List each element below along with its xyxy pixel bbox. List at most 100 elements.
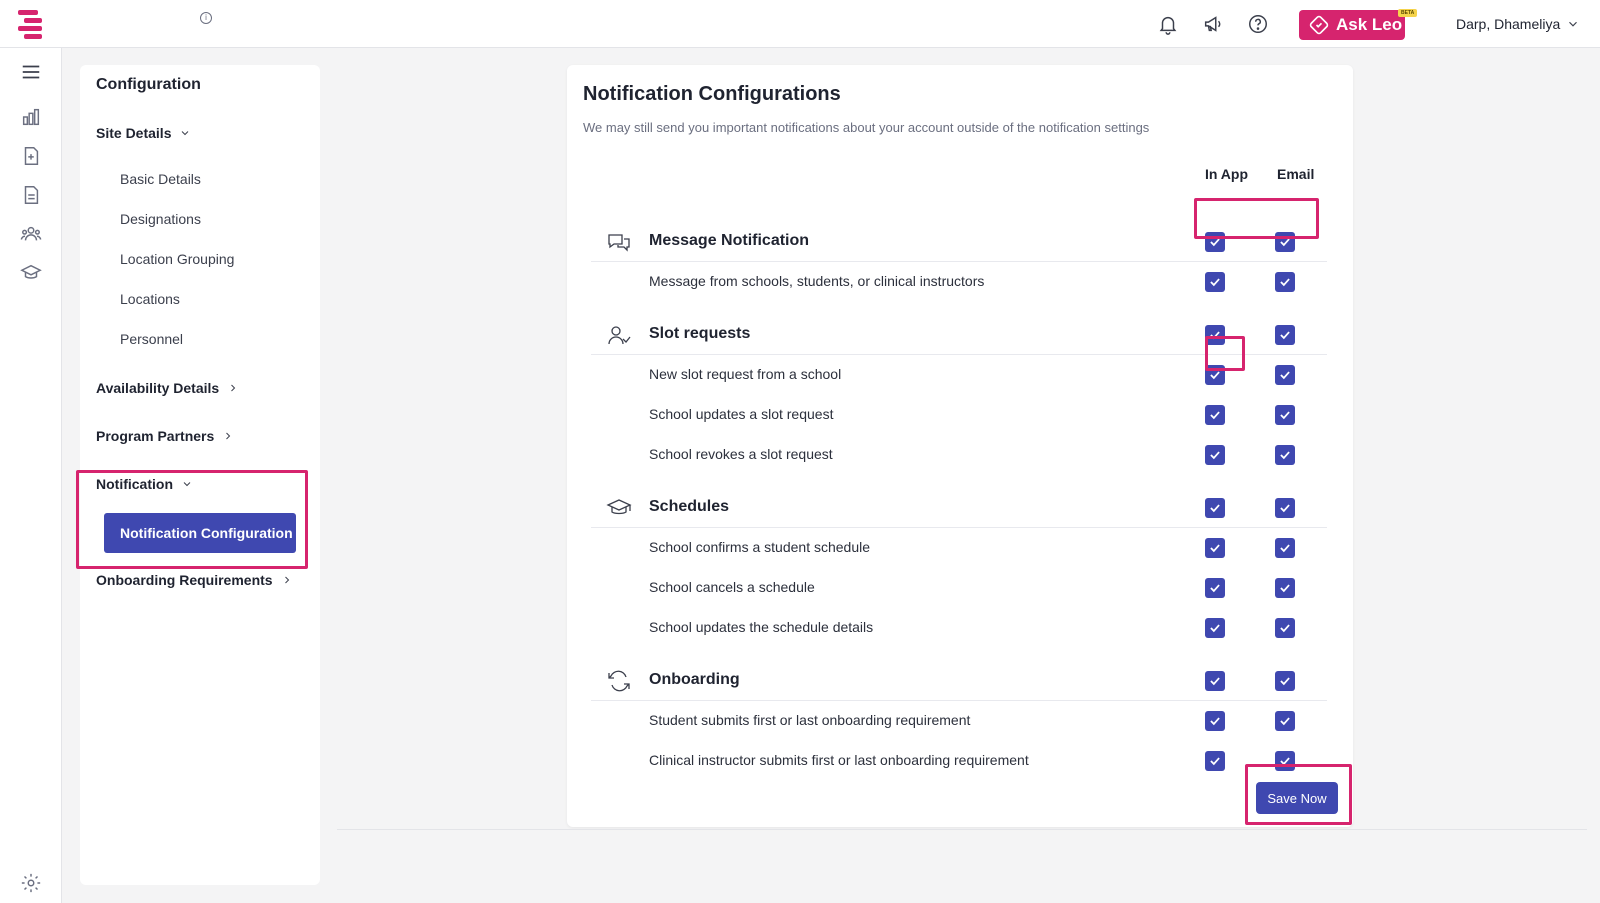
group-in-app-checkbox[interactable] (1205, 232, 1225, 252)
item-in-app-checkbox[interactable] (1205, 365, 1225, 385)
group-email-checkbox[interactable] (1275, 232, 1295, 252)
group-label: Onboarding (649, 671, 740, 688)
notification-item-label: Message from schools, students, or clini… (649, 273, 985, 289)
notification-item-label: New slot request from a school (649, 366, 842, 382)
item-in-app-checkbox[interactable] (1205, 445, 1225, 465)
group-label: Slot requests (649, 325, 751, 342)
user-menu[interactable]: Darp, Dhameliya (1456, 16, 1580, 32)
top-bar: i Ask Leo BETA Darp, Dhameliya (0, 0, 1600, 48)
save-now-button[interactable]: Save Now (1256, 782, 1338, 814)
item-email-checkbox[interactable] (1275, 751, 1295, 771)
notification-item-row: School cancels a schedule (591, 568, 1327, 608)
item-email-checkbox[interactable] (1275, 405, 1295, 425)
sidebar-section-program-partners[interactable]: Program Partners (96, 428, 234, 444)
document-icon[interactable] (20, 184, 42, 206)
item-email-checkbox[interactable] (1275, 711, 1295, 731)
group-label: Schedules (649, 498, 730, 515)
group-in-app-checkbox[interactable] (1205, 325, 1225, 345)
notification-item-label: School revokes a slot request (649, 446, 833, 462)
leo-icon (1309, 15, 1329, 35)
sidebar-section-onboarding-requirements[interactable]: Onboarding Requirements (96, 572, 293, 588)
page-title: Notification Configurations (583, 83, 841, 105)
group-label: Message Notification (649, 232, 810, 249)
beta-badge: BETA (1398, 9, 1418, 17)
sidebar-title: Configuration (96, 76, 201, 93)
item-in-app-checkbox[interactable] (1205, 618, 1225, 638)
brand-logo-icon[interactable] (14, 8, 46, 40)
chat-bubbles-icon (608, 234, 630, 252)
sidebar-item-location-grouping[interactable]: Location Grouping (120, 251, 234, 267)
refresh-cycle-icon (608, 670, 630, 692)
notification-item-label: Student submits first or last onboarding… (649, 712, 971, 728)
sidebar-item-personnel[interactable]: Personnel (120, 331, 183, 347)
page-subtitle: We may still send you important notifica… (583, 120, 1150, 135)
group-email-checkbox[interactable] (1275, 671, 1295, 691)
sidebar-item-locations[interactable]: Locations (120, 291, 180, 307)
item-email-checkbox[interactable] (1275, 365, 1295, 385)
notification-item-row: School confirms a student schedule (591, 528, 1327, 568)
notification-item-row: Message from schools, students, or clini… (591, 262, 1327, 302)
user-name: Darp, Dhameliya (1456, 16, 1561, 32)
item-in-app-checkbox[interactable] (1205, 272, 1225, 292)
group-row-slot-requests: Slot requests (591, 315, 1327, 355)
megaphone-icon[interactable] (1202, 13, 1224, 35)
people-group-icon[interactable] (20, 223, 42, 245)
item-in-app-checkbox[interactable] (1205, 751, 1225, 771)
notification-item-row: School revokes a slot request (591, 435, 1327, 475)
bell-icon[interactable] (1157, 13, 1179, 35)
settings-gear-icon[interactable] (20, 872, 42, 894)
sidebar-section-notification[interactable]: Notification (96, 476, 193, 492)
sidebar-section-availability-details[interactable]: Availability Details (96, 380, 239, 396)
menu-icon[interactable] (20, 61, 42, 83)
notification-config-card: Notification Configurations We may still… (567, 65, 1353, 827)
item-email-checkbox[interactable] (1275, 272, 1295, 292)
item-in-app-checkbox[interactable] (1205, 538, 1225, 558)
notification-item-label: School cancels a schedule (649, 579, 815, 595)
configuration-sidebar: Configuration Site Details Basic Details… (80, 65, 320, 885)
notification-item-row: New slot request from a school (591, 355, 1327, 395)
section-label: Onboarding Requirements (96, 572, 273, 588)
chevron-down-icon (1569, 21, 1578, 27)
item-in-app-checkbox[interactable] (1205, 711, 1225, 731)
notification-item-label: School updates the schedule details (649, 619, 874, 635)
sidebar-item-notification-configuration[interactable]: Notification Configuration (104, 513, 296, 553)
section-label: Notification (96, 476, 173, 492)
ask-leo-button[interactable]: Ask Leo (1299, 10, 1405, 40)
item-in-app-checkbox[interactable] (1205, 578, 1225, 598)
item-email-checkbox[interactable] (1275, 538, 1295, 558)
notification-item-row: School updates the schedule details (591, 608, 1327, 648)
chevron-down-icon (183, 482, 191, 487)
graduation-cap-icon (606, 499, 632, 515)
item-email-checkbox[interactable] (1275, 445, 1295, 465)
chevron-down-icon (182, 131, 189, 136)
column-header-in-app: In App (1205, 166, 1249, 182)
dashboard-chart-icon[interactable] (20, 106, 42, 128)
group-in-app-checkbox[interactable] (1205, 498, 1225, 518)
notification-item-label: School updates a slot request (649, 406, 834, 422)
notification-item-label: Clinical instructor submits first or las… (649, 752, 1029, 768)
group-email-checkbox[interactable] (1275, 498, 1295, 518)
help-icon[interactable] (1247, 13, 1269, 35)
item-email-checkbox[interactable] (1275, 618, 1295, 638)
chevron-right-icon (231, 384, 236, 392)
sidebar-item-basic-details[interactable]: Basic Details (120, 171, 201, 187)
group-in-app-checkbox[interactable] (1205, 671, 1225, 691)
notification-item-row: Student submits first or last onboarding… (591, 701, 1327, 741)
notification-item-row: School updates a slot request (591, 395, 1327, 435)
sidebar-section-site-details[interactable]: Site Details (96, 125, 191, 141)
section-label: Site Details (96, 125, 172, 141)
footer-divider (337, 829, 1587, 830)
item-in-app-checkbox[interactable] (1205, 405, 1225, 425)
graduation-cap-icon[interactable] (20, 262, 42, 284)
notification-item-row: Clinical instructor submits first or las… (591, 741, 1327, 781)
group-row-onboarding: Onboarding (591, 661, 1327, 701)
group-email-checkbox[interactable] (1275, 325, 1295, 345)
chevron-right-icon (226, 432, 231, 440)
icon-rail (0, 48, 62, 903)
column-header-email: Email (1277, 166, 1315, 182)
ask-leo-label: Ask Leo (1336, 15, 1403, 34)
add-document-icon[interactable] (20, 145, 42, 167)
sidebar-item-designations[interactable]: Designations (120, 211, 201, 227)
item-email-checkbox[interactable] (1275, 578, 1295, 598)
group-row-schedules: Schedules (591, 488, 1327, 528)
